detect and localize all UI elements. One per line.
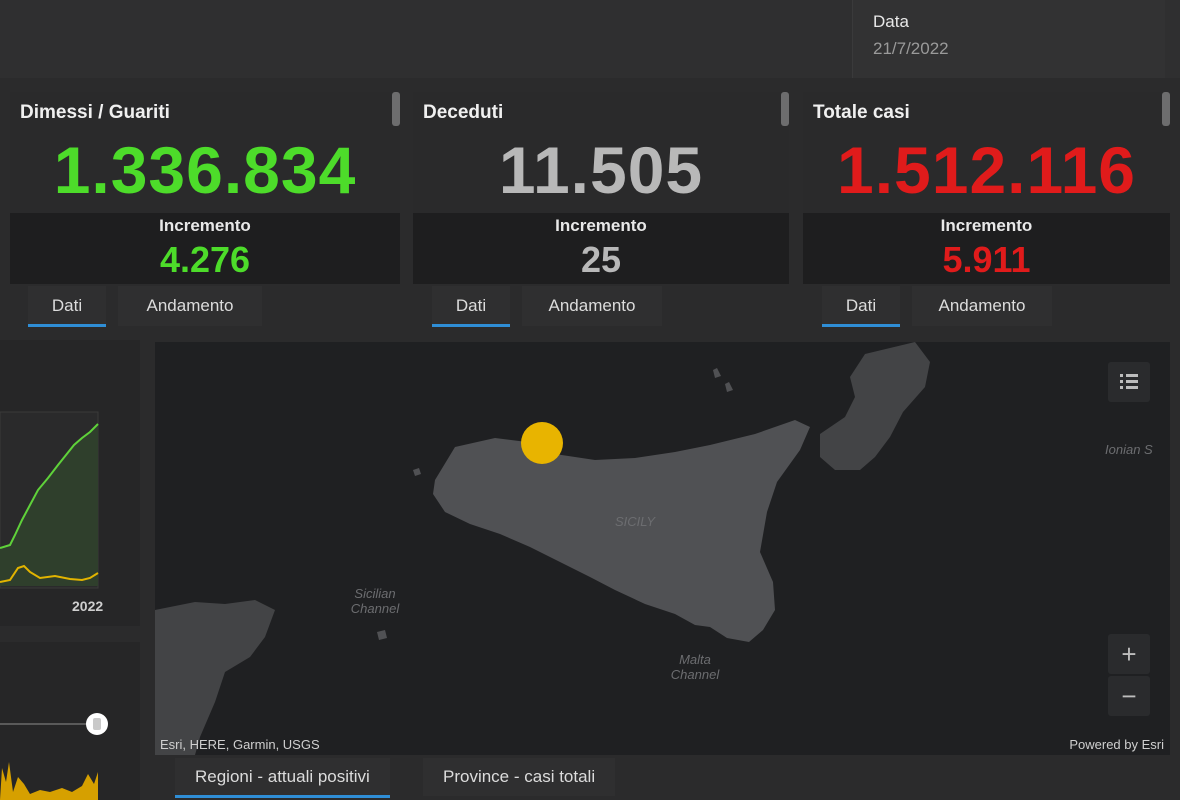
card-value: 1.512.116 — [837, 133, 1136, 207]
map-label-ionian: Ionian S — [1105, 442, 1153, 457]
tab-andamento[interactable]: Andamento — [118, 286, 262, 326]
map-tabs: Regioni - attuali positivi Province - ca… — [155, 758, 1170, 800]
legend-button[interactable] — [1108, 362, 1150, 402]
date-value: 21/7/2022 — [873, 39, 949, 58]
map-label-malta-channel: Malta Channel — [670, 652, 720, 682]
secondary-chart — [0, 713, 108, 800]
map-label-sicily: SICILY — [615, 514, 655, 529]
card-title: Dimessi / Guariti — [20, 102, 170, 123]
map-attribution[interactable]: Esri, HERE, Garmin, USGS — [160, 737, 320, 752]
card-total-cases: Totale casi 1.512.116 Incremento 5.911 — [803, 92, 1170, 284]
secondary-chart-panel — [0, 642, 140, 800]
trend-chart-panel: 2022 — [0, 340, 140, 626]
card-tabs: Dati Andamento — [28, 286, 268, 330]
increment-label: Incremento — [555, 216, 647, 235]
tab-province[interactable]: Province - casi totali — [423, 758, 616, 796]
tab-dati[interactable]: Dati — [28, 286, 106, 327]
increment-label: Incremento — [940, 216, 1033, 235]
increment-label: Incremento — [159, 216, 251, 235]
zoom-out-button[interactable]: − — [1108, 676, 1150, 716]
tab-regioni[interactable]: Regioni - attuali positivi — [175, 758, 390, 798]
tab-andamento[interactable]: Andamento — [912, 286, 1052, 326]
card-title: Deceduti — [423, 102, 504, 123]
card-value: 1.336.834 — [53, 133, 357, 207]
tab-andamento[interactable]: Andamento — [522, 286, 662, 326]
card-deaths: Deceduti 11.505 Incremento 25 — [413, 92, 789, 284]
increment-value: 25 — [580, 239, 622, 280]
card-title: Totale casi — [813, 102, 910, 123]
zoom-in-button[interactable]: + — [1108, 634, 1150, 674]
data-point-marker[interactable] — [521, 422, 563, 464]
scrollbar[interactable] — [1162, 92, 1170, 126]
tab-dati[interactable]: Dati — [432, 286, 510, 327]
scrollbar[interactable] — [392, 92, 400, 126]
list-icon — [1120, 374, 1138, 389]
card-recovered: Dimessi / Guariti 1.336.834 Incremento 4… — [10, 92, 400, 284]
powered-by-esri[interactable]: Powered by Esri — [1069, 737, 1164, 752]
map-label-sicilian-channel: Sicilian Channel — [350, 586, 400, 616]
x-tick-label: 2022 — [72, 598, 104, 614]
date-label: Data — [873, 12, 909, 31]
map-canvas[interactable] — [155, 342, 1170, 755]
increment-value: 5.911 — [942, 239, 1031, 280]
increment-value: 4.276 — [159, 239, 251, 280]
map-view[interactable]: SICILY Sicilian Channel Malta Channel Io… — [155, 342, 1170, 755]
scrollbar[interactable] — [781, 92, 789, 126]
card-tabs: Dati Andamento — [822, 286, 1062, 330]
card-value: 11.505 — [498, 133, 704, 207]
tab-dati[interactable]: Dati — [822, 286, 900, 327]
card-tabs: Dati Andamento — [432, 286, 672, 330]
date-panel: Data 21/7/2022 — [852, 0, 1165, 78]
trend-chart — [0, 411, 99, 589]
